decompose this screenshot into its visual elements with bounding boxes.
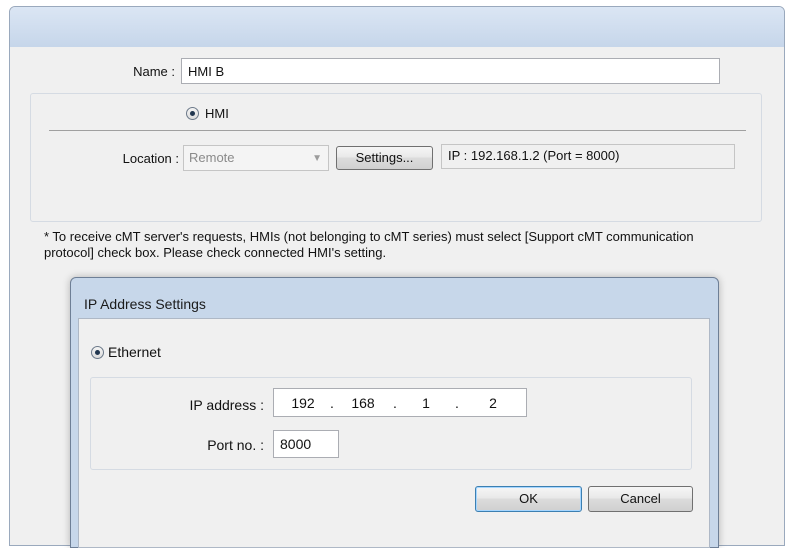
ip-address-label: IP address : [189, 397, 264, 413]
ip-octet-3[interactable]: 1 [407, 395, 445, 411]
cmt-note-text: * To receive cMT server's requests, HMIs… [44, 229, 694, 260]
hmi-radio-label[interactable]: HMI [205, 106, 229, 121]
name-input-value: HMI B [188, 64, 225, 79]
ip-octet-4[interactable]: 2 [474, 395, 512, 411]
location-dropdown[interactable]: Remote ▼ [183, 145, 329, 171]
ip-dot: . [330, 395, 334, 411]
device-settings-titlebar [10, 7, 784, 47]
ip-dot: . [393, 395, 397, 411]
ip-dot: . [455, 395, 459, 411]
ip-octet-2[interactable]: 168 [344, 395, 382, 411]
location-label: Location : [122, 151, 179, 166]
name-input[interactable]: HMI B [181, 58, 720, 84]
location-dropdown-value: Remote [189, 150, 235, 165]
ip-summary-field: IP : 192.168.1.2 (Port = 8000) [441, 144, 735, 169]
group-separator [49, 130, 746, 131]
name-label: Name : [133, 64, 175, 79]
ok-button[interactable]: OK [475, 486, 582, 512]
ip-summary-text: IP : 192.168.1.2 (Port = 8000) [448, 148, 620, 163]
ip-octet-1[interactable]: 192 [284, 395, 322, 411]
port-label: Port no. : [207, 437, 264, 453]
ip-dialog-title: IP Address Settings [84, 296, 206, 312]
chevron-down-icon: ▼ [312, 153, 322, 164]
ip-address-input[interactable]: 192 . 168 . 1 . 2 [273, 388, 527, 417]
hmi-radio[interactable] [186, 107, 199, 120]
ethernet-radio[interactable] [91, 346, 104, 359]
port-input-value: 8000 [280, 436, 312, 452]
ethernet-radio-label[interactable]: Ethernet [108, 344, 161, 360]
cancel-button[interactable]: Cancel [588, 486, 693, 512]
port-input[interactable]: 8000 [273, 430, 339, 458]
settings-button[interactable]: Settings... [336, 146, 433, 170]
